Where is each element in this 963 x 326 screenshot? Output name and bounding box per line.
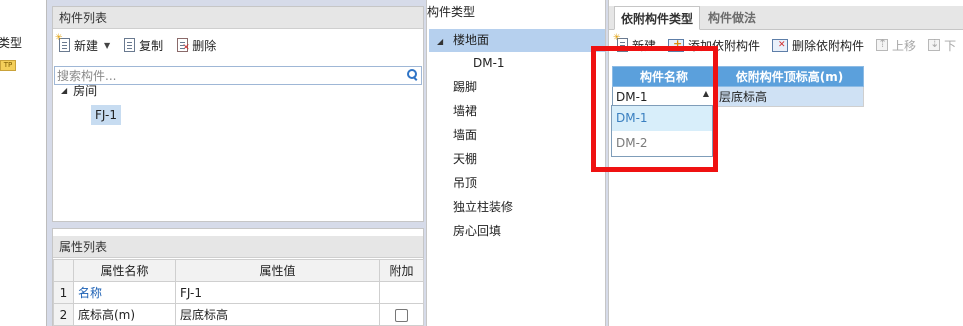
delete-button-label: 删除: [192, 38, 217, 53]
property-list-panel: 属性列表 属性名称 属性值 附加 1 名称 FJ-1 2 底标高(m) 层底标高: [52, 228, 424, 326]
search-input[interactable]: [55, 67, 385, 84]
tab-attached-types[interactable]: 依附构件类型: [614, 6, 701, 30]
left-strip-panel: 类型 TP: [0, 0, 47, 326]
delete-attached-button[interactable]: 删除依附构件: [772, 37, 864, 54]
type-item-column-finish[interactable]: 独立柱装修: [453, 196, 513, 219]
type-item-floor[interactable]: ◢ 楼地面: [429, 29, 605, 52]
attached-toolbar: 新建 添加依附构件 删除依附构件 上移 下: [609, 32, 963, 58]
row-number: 2: [53, 303, 74, 326]
tree-node-fj1[interactable]: FJ-1: [91, 105, 121, 125]
attached-new-button[interactable]: 新建: [613, 33, 657, 54]
attached-header-row: 构件名称 依附构件顶标高(m): [612, 66, 864, 87]
property-header-row: 属性名称 属性值 附加: [53, 259, 424, 282]
component-search-box: [54, 66, 422, 85]
new-button-label: 新建: [74, 38, 99, 53]
add-attached-label: 添加依附构件: [688, 38, 761, 53]
expand-triangle-icon[interactable]: ◢: [61, 81, 67, 101]
type-item-suspended-ceiling[interactable]: 吊顶: [453, 172, 477, 195]
new-document-icon: [55, 33, 70, 52]
component-name-dropdown: DM-1 DM-2: [611, 105, 713, 157]
attached-new-label: 新建: [632, 38, 657, 53]
component-list-panel: 构件列表 新建 ▼ 复制 删除 ◢ 房间 FJ-1: [52, 6, 424, 222]
component-name-value: DM-1: [616, 89, 648, 104]
delete-attached-label: 删除依附构件: [792, 38, 865, 53]
property-extra-cell: [379, 303, 424, 326]
component-name-header: 构件名称: [612, 66, 716, 87]
dropdown-caret-icon[interactable]: ▼: [104, 41, 110, 50]
property-extra-header: 附加: [379, 259, 424, 282]
move-up-button[interactable]: 上移: [876, 37, 916, 54]
move-down-button[interactable]: 下: [928, 37, 956, 54]
property-value-cell[interactable]: 层底标高: [175, 303, 380, 326]
add-attached-button[interactable]: 添加依附构件: [668, 37, 760, 54]
type-item-dado[interactable]: 墙裙: [453, 100, 477, 123]
component-type-panel: 构件类型 ◢ 楼地面 DM-1 踢脚 墙裙 墙面 天棚 吊顶 独立柱装修 房心回…: [426, 0, 606, 326]
add-link-icon: [668, 37, 685, 52]
delete-icon: [177, 38, 190, 53]
search-icon[interactable]: [406, 68, 417, 81]
type-item-floor-label: 楼地面: [452, 33, 489, 47]
property-name-header: 属性名称: [73, 259, 176, 282]
type-item-ceiling[interactable]: 天棚: [453, 148, 477, 171]
table-row: DM-1 ▲ 层底标高: [612, 86, 864, 107]
component-list-title: 构件列表: [53, 7, 423, 29]
component-type-title: 构件类型: [427, 5, 476, 19]
attached-component-panel: 依附构件类型 构件做法 新建 添加依附构件 删除依附构件 上移 下 构件名称 依…: [608, 0, 963, 326]
dropdown-option-dm1[interactable]: DM-1: [612, 106, 712, 131]
tp-badge-icon: TP: [0, 60, 16, 71]
dropdown-option-dm2[interactable]: DM-2: [612, 131, 712, 156]
new-button[interactable]: 新建 ▼: [55, 33, 110, 54]
table-row: 1 名称 FJ-1: [53, 281, 424, 304]
row-number: 1: [53, 281, 74, 304]
remove-link-icon: [772, 38, 789, 52]
extra-checkbox[interactable]: [395, 308, 408, 322]
chevron-up-icon[interactable]: ▲: [703, 89, 709, 98]
top-elevation-header: 依附构件顶标高(m): [715, 66, 864, 87]
tree-node-room-label: 房间: [73, 84, 98, 98]
delete-button[interactable]: 删除: [177, 37, 216, 54]
copy-button-label: 复制: [139, 38, 164, 53]
copy-icon: [124, 38, 136, 52]
type-item-backfill[interactable]: 房心回填: [453, 220, 501, 243]
tree-node-room[interactable]: ◢ 房间: [61, 81, 97, 101]
move-up-label: 上移: [892, 38, 917, 53]
move-down-label: 下: [944, 38, 957, 53]
row-number-header: [53, 259, 74, 282]
tree-node-fj1-label: FJ-1: [91, 105, 121, 125]
top-elevation-cell[interactable]: 层底标高: [715, 86, 864, 107]
property-value-header: 属性值: [175, 259, 380, 282]
copy-button[interactable]: 复制: [124, 37, 163, 54]
property-value-cell[interactable]: FJ-1: [175, 281, 380, 304]
component-list-toolbar: 新建 ▼ 复制 删除: [53, 31, 423, 59]
type-item-dm1[interactable]: DM-1: [473, 52, 505, 75]
tab-bar: 依附构件类型 构件做法: [609, 6, 963, 30]
component-name-select[interactable]: DM-1 ▲: [612, 86, 716, 107]
new-document-icon: [613, 33, 628, 52]
table-row: 2 底标高(m) 层底标高: [53, 303, 424, 326]
arrow-up-icon: [876, 37, 889, 51]
property-table: 属性名称 属性值 附加 1 名称 FJ-1 2 底标高(m) 层底标高: [53, 259, 424, 326]
type-item-skirting[interactable]: 踢脚: [453, 76, 477, 99]
expand-triangle-icon[interactable]: ◢: [437, 37, 443, 46]
arrow-down-icon: [928, 37, 941, 51]
strip-type-label: 类型: [0, 36, 23, 50]
property-name-cell[interactable]: 名称: [73, 281, 176, 304]
property-list-title: 属性列表: [53, 236, 423, 258]
attached-table: 构件名称 依附构件顶标高(m) DM-1 ▲ 层底标高: [612, 66, 864, 107]
property-extra-cell: [379, 281, 424, 304]
type-item-wall-face[interactable]: 墙面: [453, 124, 477, 147]
tab-component-method[interactable]: 构件做法: [702, 6, 762, 30]
property-name-cell[interactable]: 底标高(m): [73, 303, 176, 326]
